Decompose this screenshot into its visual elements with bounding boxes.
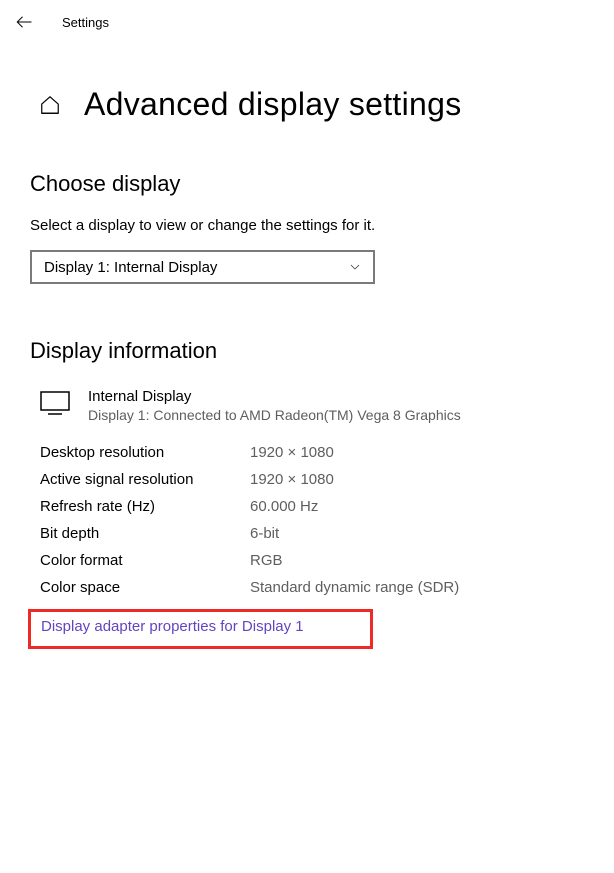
info-row: Color space Standard dynamic range (SDR) bbox=[40, 574, 584, 601]
page-title: Advanced display settings bbox=[84, 86, 462, 123]
display-connected-text: Display 1: Connected to AMD Radeon(TM) V… bbox=[88, 407, 461, 423]
home-icon bbox=[39, 94, 61, 116]
info-label: Color format bbox=[40, 552, 250, 569]
title-row: Advanced display settings bbox=[30, 86, 584, 123]
display-adapter-properties-link[interactable]: Display adapter properties for Display 1 bbox=[41, 618, 304, 635]
info-label: Desktop resolution bbox=[40, 444, 250, 461]
display-info-heading: Display information bbox=[30, 338, 584, 364]
info-label: Active signal resolution bbox=[40, 471, 250, 488]
chevron-down-icon bbox=[349, 261, 361, 273]
display-info-grid: Desktop resolution 1920 × 1080 Active si… bbox=[30, 439, 584, 601]
monitor-icon bbox=[40, 390, 70, 421]
info-row: Bit depth 6-bit bbox=[40, 520, 584, 547]
adapter-link-highlight: Display adapter properties for Display 1 bbox=[28, 609, 373, 649]
info-row: Color format RGB bbox=[40, 547, 584, 574]
info-value: 60.000 Hz bbox=[250, 498, 318, 515]
back-button[interactable] bbox=[14, 12, 34, 32]
content-area: Advanced display settings Choose display… bbox=[0, 44, 614, 649]
choose-display-instruction: Select a display to view or change the s… bbox=[30, 217, 584, 234]
info-value: 1920 × 1080 bbox=[250, 444, 334, 461]
choose-display-heading: Choose display bbox=[30, 171, 584, 197]
info-value: Standard dynamic range (SDR) bbox=[250, 579, 459, 596]
header-bar: Settings bbox=[0, 0, 614, 44]
info-value: 6-bit bbox=[250, 525, 279, 542]
info-row: Refresh rate (Hz) 60.000 Hz bbox=[40, 493, 584, 520]
info-row: Desktop resolution 1920 × 1080 bbox=[40, 439, 584, 466]
home-button[interactable] bbox=[38, 93, 62, 117]
display-name: Internal Display bbox=[88, 388, 461, 405]
display-select-value: Display 1: Internal Display bbox=[44, 259, 217, 276]
info-value: 1920 × 1080 bbox=[250, 471, 334, 488]
display-select[interactable]: Display 1: Internal Display bbox=[30, 250, 375, 284]
info-value: RGB bbox=[250, 552, 283, 569]
header-title: Settings bbox=[62, 15, 109, 30]
info-label: Refresh rate (Hz) bbox=[40, 498, 250, 515]
info-label: Bit depth bbox=[40, 525, 250, 542]
back-arrow-icon bbox=[15, 13, 33, 31]
info-label: Color space bbox=[40, 579, 250, 596]
info-row: Active signal resolution 1920 × 1080 bbox=[40, 466, 584, 493]
display-summary: Internal Display Display 1: Connected to… bbox=[30, 388, 584, 423]
